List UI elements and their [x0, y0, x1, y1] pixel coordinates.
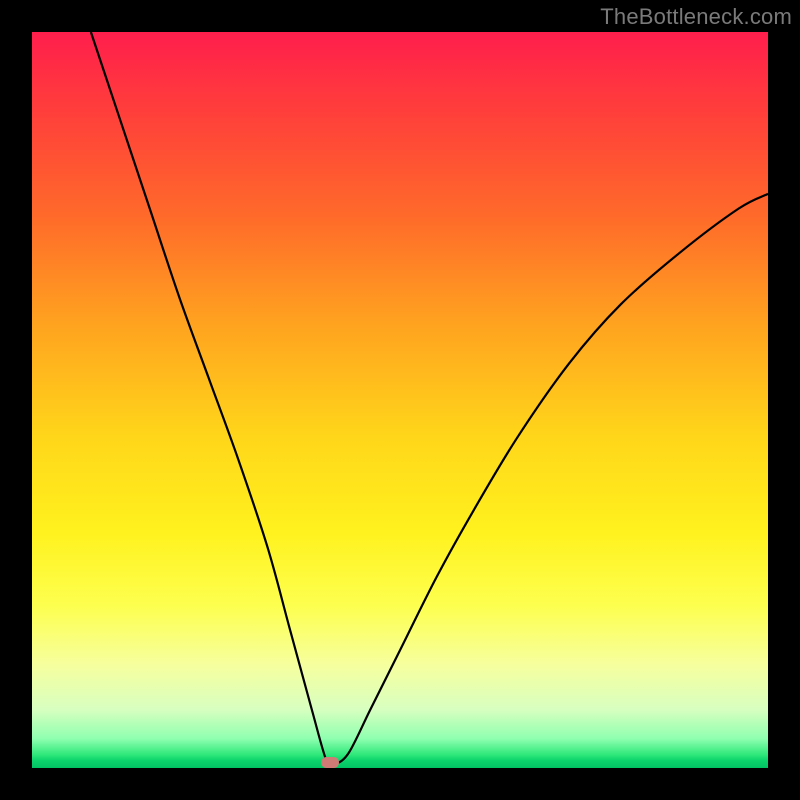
plot-area: [32, 32, 768, 768]
bottleneck-curve: [32, 32, 768, 768]
minimum-marker: [321, 757, 339, 768]
watermark-text: TheBottleneck.com: [600, 4, 792, 30]
chart-frame: TheBottleneck.com: [0, 0, 800, 800]
curve-line: [91, 32, 768, 766]
